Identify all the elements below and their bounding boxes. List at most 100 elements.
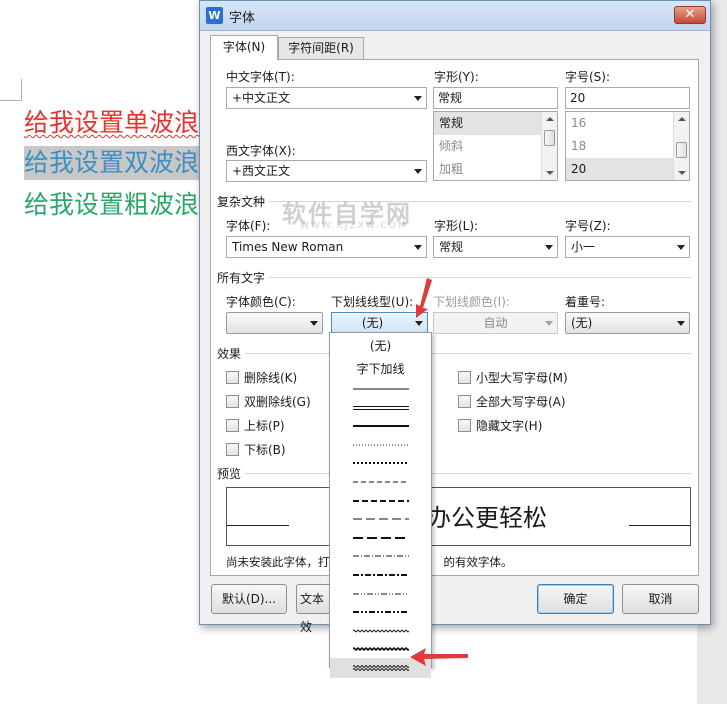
- underline-style-label: 下划线线型(U):: [331, 295, 414, 309]
- font-style-list[interactable]: 常规 倾斜 加粗: [433, 111, 558, 181]
- complex-size-value: 小一: [571, 240, 596, 254]
- underline-option-dotted[interactable]: [330, 435, 431, 455]
- complex-style-combo[interactable]: 常规: [433, 236, 558, 258]
- underline-option-none[interactable]: (无): [330, 337, 431, 354]
- text-effects-button[interactable]: 文本效: [296, 584, 332, 634]
- underline-option-dash-dot-dot-thick[interactable]: [330, 602, 431, 622]
- underline-sample-dotted: [353, 444, 409, 446]
- close-button[interactable]: ✕: [674, 6, 706, 24]
- checkbox-box[interactable]: [226, 395, 239, 408]
- list-item[interactable]: 20: [566, 158, 674, 180]
- underline-option-dash[interactable]: [330, 472, 431, 492]
- doc-line-thick-wave[interactable]: 给我设置粗波浪: [24, 188, 199, 222]
- all-caps-checkbox[interactable]: 全部大写字母(A): [458, 395, 566, 411]
- western-font-combo[interactable]: +西文正文: [226, 160, 427, 182]
- checkbox-box[interactable]: [226, 443, 239, 456]
- chinese-font-combo[interactable]: +中文正文: [226, 87, 427, 109]
- default-button[interactable]: 默认(D)...: [211, 584, 287, 614]
- scroll-down-icon[interactable]: [546, 171, 554, 175]
- emphasis-label: 着重号:: [565, 295, 606, 309]
- small-caps-checkbox[interactable]: 小型大写字母(M): [458, 371, 568, 387]
- underline-option-dotted-thick[interactable]: [330, 453, 431, 473]
- list-item[interactable]: 18: [566, 135, 674, 158]
- font-color-dropdown[interactable]: [226, 312, 323, 334]
- preview-text: 办公更轻松: [427, 504, 547, 532]
- double-strikethrough-checkbox[interactable]: 双删除线(G): [226, 395, 311, 411]
- underline-option-single[interactable]: [330, 379, 431, 399]
- underline-sample-wave: [353, 629, 409, 633]
- underline-option-dash-dot-dot[interactable]: [330, 584, 431, 604]
- underline-option-dash-dot[interactable]: [330, 546, 431, 566]
- annotation-arrow-left: [410, 648, 468, 666]
- size-list-scrollbar[interactable]: [673, 112, 689, 180]
- annotation-arrow-down: [416, 278, 432, 318]
- underline-option-words[interactable]: 字下加线: [330, 360, 431, 377]
- scroll-thumb[interactable]: [544, 130, 555, 146]
- font-size-list[interactable]: 16 18 20: [565, 111, 690, 181]
- chevron-down-icon: [545, 245, 553, 250]
- underline-option-thick[interactable]: [330, 416, 431, 436]
- underline-color-label: 下划线颜色(I):: [433, 295, 510, 309]
- font-color-label: 字体颜色(C):: [226, 295, 296, 309]
- style-list-scrollbar[interactable]: [541, 112, 557, 180]
- ok-button[interactable]: 确定: [537, 584, 614, 614]
- underline-sample-dotted-thick: [353, 462, 409, 465]
- doc-line-single-wave[interactable]: 给我设置单波浪: [24, 106, 199, 140]
- checkbox-box[interactable]: [458, 371, 471, 384]
- effects-section-title: 效果: [217, 345, 246, 362]
- underline-sample-wave-thick: [353, 647, 409, 652]
- list-item[interactable]: 常规: [434, 112, 542, 135]
- scroll-thumb[interactable]: [676, 142, 687, 158]
- underline-style-list[interactable]: (无) 字下加线: [329, 332, 432, 678]
- font-size-input[interactable]: 20: [565, 87, 690, 109]
- checkbox-box[interactable]: [226, 371, 239, 384]
- underline-option-dash-dot-thick[interactable]: [330, 565, 431, 585]
- emphasis-dropdown[interactable]: (无): [565, 312, 690, 334]
- complex-style-value: 常规: [439, 240, 464, 254]
- chevron-down-icon: [415, 321, 423, 326]
- strikethrough-checkbox[interactable]: 删除线(K): [226, 371, 297, 387]
- preview-box: 办公更轻松: [226, 487, 691, 546]
- checkbox-box[interactable]: [458, 419, 471, 432]
- checkbox-box[interactable]: [226, 419, 239, 432]
- underline-option-long-dash[interactable]: [330, 509, 431, 529]
- font-style-input[interactable]: 常规: [433, 87, 558, 109]
- cancel-button[interactable]: 取消: [622, 584, 699, 614]
- font-tab-panel: 中文字体(T): 字形(Y): 字号(S): +中文正文 常规 20 常规 倾斜…: [210, 59, 699, 576]
- western-font-label: 西文字体(X):: [226, 144, 296, 158]
- checkbox-label: 全部大写字母(A): [476, 395, 566, 409]
- hidden-text-checkbox[interactable]: 隐藏文字(H): [458, 419, 542, 435]
- list-item[interactable]: 倾斜: [434, 135, 542, 158]
- checkbox-label: 小型大写字母(M): [476, 371, 568, 385]
- divider: [219, 353, 691, 354]
- watermark-url: WWW.RJZXW.COM: [300, 221, 408, 231]
- chevron-down-icon: [677, 321, 685, 326]
- dialog-titlebar[interactable]: W 字体 ✕: [200, 1, 710, 31]
- underline-color-dropdown: 自动: [433, 312, 558, 334]
- note-text: 尚未安装此字体，打: [226, 555, 330, 569]
- underline-sample-dash-dot-dot-thick: [353, 611, 409, 614]
- checkbox-box[interactable]: [458, 395, 471, 408]
- underline-option-double[interactable]: [330, 398, 431, 418]
- scroll-up-icon[interactable]: [678, 117, 686, 121]
- scroll-down-icon[interactable]: [678, 171, 686, 175]
- tab-font[interactable]: 字体(N): [210, 35, 278, 60]
- underline-option-wave[interactable]: [330, 621, 431, 641]
- doc-line-double-wave-selected[interactable]: 给我设置双波浪: [24, 146, 202, 180]
- list-item[interactable]: 加粗: [434, 158, 542, 180]
- underline-option-long-dash-thick[interactable]: [330, 528, 431, 548]
- page-corner-mark: [0, 79, 22, 101]
- subscript-checkbox[interactable]: 下标(B): [226, 443, 286, 459]
- complex-font-combo[interactable]: Times New Roman: [226, 236, 427, 258]
- complex-size-combo[interactable]: 小一: [565, 236, 690, 258]
- chevron-down-icon: [414, 245, 422, 250]
- superscript-checkbox[interactable]: 上标(P): [226, 419, 285, 435]
- list-item[interactable]: 16: [566, 112, 674, 135]
- scroll-up-icon[interactable]: [546, 117, 554, 121]
- checkbox-label: 双删除线(G): [244, 395, 311, 409]
- western-font-value: +西文正文: [232, 164, 291, 178]
- underline-color-value: 自动: [483, 316, 508, 330]
- underline-sample-double: [353, 405, 409, 410]
- tab-character-spacing[interactable]: 字符间距(R): [278, 37, 364, 59]
- underline-option-dash-thick[interactable]: [330, 491, 431, 511]
